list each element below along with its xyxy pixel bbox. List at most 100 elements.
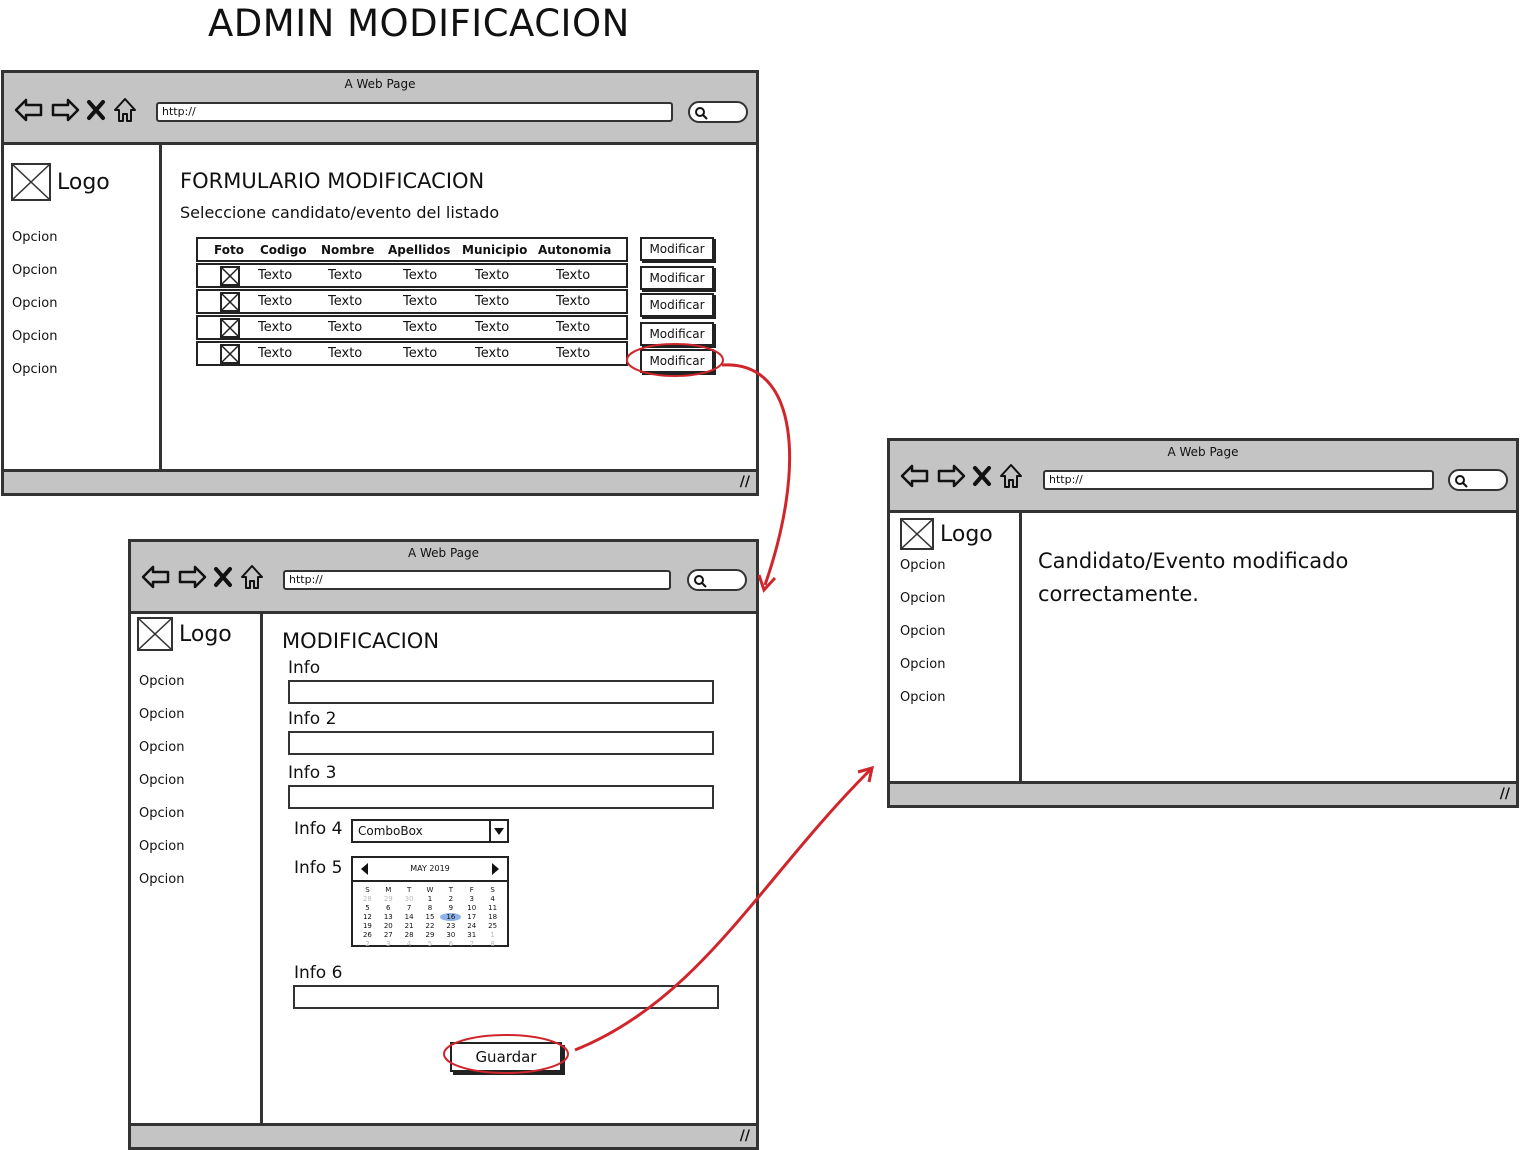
calendar-day[interactable]: 28 [357,895,378,903]
modificar-button[interactable]: Modificar [640,293,714,317]
calendar-day[interactable]: 30 [440,931,461,939]
home-icon[interactable] [112,97,138,123]
resize-grip-icon[interactable]: // [740,474,750,490]
calendar-day[interactable]: 10 [461,904,482,912]
calendar-day[interactable]: 2 [440,895,461,903]
sidebar-item-5[interactable]: Opcion [139,806,184,821]
calendar-day[interactable]: 1 [482,931,503,939]
close-icon[interactable] [972,463,992,489]
sidebar-item-3[interactable]: Opcion [12,296,57,311]
sidebar-item-4[interactable]: Opcion [900,657,945,672]
chevron-left-icon[interactable] [359,862,369,885]
info5-calendar[interactable]: MAY 2019 S M T W T F S 28 29 30 1 2 3 4 … [351,856,509,948]
modificar-button[interactable]: Modificar [640,322,714,346]
sidebar-item-1[interactable]: Opcion [12,230,57,245]
home-icon[interactable] [998,463,1024,489]
back-icon[interactable] [900,463,930,489]
calendar-day[interactable]: 29 [378,895,399,903]
calendar-day[interactable]: 20 [378,922,399,930]
calendar-day[interactable]: 28 [399,931,420,939]
calendar-day[interactable]: 1 [420,895,441,903]
logo: Logo [11,163,110,201]
url-bar[interactable]: http:// [283,570,671,590]
search-box[interactable] [688,101,748,123]
modificar-button[interactable]: Modificar [640,349,714,373]
calendar-day[interactable]: 30 [399,895,420,903]
search-icon [1455,475,1468,488]
sidebar-item-4[interactable]: Opcion [139,773,184,788]
calendar-day-selected[interactable]: 16 [440,913,462,921]
back-icon[interactable] [14,97,44,123]
calendar-day[interactable]: 22 [420,922,441,930]
calendar-day[interactable]: 5 [357,904,378,912]
calendar-day[interactable]: 29 [420,931,441,939]
sidebar-item-2[interactable]: Opcion [139,707,184,722]
guardar-button[interactable]: Guardar [450,1042,562,1072]
sidebar-item-3[interactable]: Opcion [900,624,945,639]
sidebar-item-2[interactable]: Opcion [12,263,57,278]
calendar-day[interactable]: 13 [378,913,399,921]
calendar-day[interactable]: 17 [461,913,482,921]
url-bar[interactable]: http:// [1043,470,1434,490]
info3-input[interactable] [288,785,714,809]
calendar-day[interactable]: 31 [461,931,482,939]
forward-icon[interactable] [177,564,207,590]
back-icon[interactable] [141,564,171,590]
calendar-day[interactable]: 27 [378,931,399,939]
forward-icon[interactable] [50,97,80,123]
calendar-day[interactable]: 24 [461,922,482,930]
calendar-day[interactable]: 4 [482,895,503,903]
close-icon[interactable] [213,564,233,590]
calendar-grid: S M T W T F S 28 29 30 1 2 3 4 5 6 7 8 9… [357,886,503,948]
info2-input[interactable] [288,731,714,755]
calendar-day[interactable]: 7 [399,904,420,912]
sidebar-item-5[interactable]: Opcion [12,362,57,377]
sidebar-item-6[interactable]: Opcion [139,839,184,854]
calendar-day[interactable]: 6 [440,940,461,948]
calendar-day[interactable]: 7 [461,940,482,948]
info-input[interactable] [288,680,714,704]
calendar-day[interactable]: 4 [399,940,420,948]
calendar-day[interactable]: 19 [357,922,378,930]
calendar-day[interactable]: 8 [482,940,503,948]
calendar-day[interactable]: 21 [399,922,420,930]
sidebar-item-2[interactable]: Opcion [900,591,945,606]
info4-label: Info 4 [294,819,343,839]
sidebar-item-3[interactable]: Opcion [139,740,184,755]
calendar-day[interactable]: 23 [440,922,461,930]
calendar-day[interactable]: 3 [378,940,399,948]
search-box[interactable] [1448,469,1508,491]
chevron-right-icon[interactable] [491,862,501,885]
resize-grip-icon[interactable]: // [740,1128,750,1144]
calendar-day[interactable]: 2 [357,940,378,948]
sidebar-item-5[interactable]: Opcion [900,690,945,705]
info6-input[interactable] [293,985,719,1009]
calendar-day[interactable]: 5 [420,940,441,948]
calendar-day[interactable]: 18 [482,913,503,921]
chevron-down-icon[interactable] [489,821,507,841]
home-icon[interactable] [239,564,265,590]
sidebar-item-4[interactable]: Opcion [12,329,57,344]
calendar-day[interactable]: 6 [378,904,399,912]
sidebar-item-7[interactable]: Opcion [139,872,184,887]
resize-grip-icon[interactable]: // [1500,786,1510,802]
calendar-day[interactable]: 12 [357,913,378,921]
calendar-day[interactable]: 14 [399,913,420,921]
calendar-day[interactable]: 9 [440,904,461,912]
forward-icon[interactable] [936,463,966,489]
sidebar-item-1[interactable]: Opcion [139,674,184,689]
calendar-day[interactable]: 26 [357,931,378,939]
close-icon[interactable] [86,97,106,123]
info4-combobox[interactable]: ComboBox [351,819,509,843]
calendar-day[interactable]: 25 [482,922,503,930]
weekday: M [385,886,392,894]
calendar-day[interactable]: 11 [482,904,503,912]
modificar-button[interactable]: Modificar [640,237,714,261]
url-bar[interactable]: http:// [156,102,673,122]
sidebar-item-1[interactable]: Opcion [900,558,945,573]
calendar-day[interactable]: 8 [420,904,441,912]
calendar-day[interactable]: 15 [420,913,441,921]
modificar-button[interactable]: Modificar [640,266,714,290]
search-box[interactable] [687,569,747,591]
calendar-day[interactable]: 3 [461,895,482,903]
